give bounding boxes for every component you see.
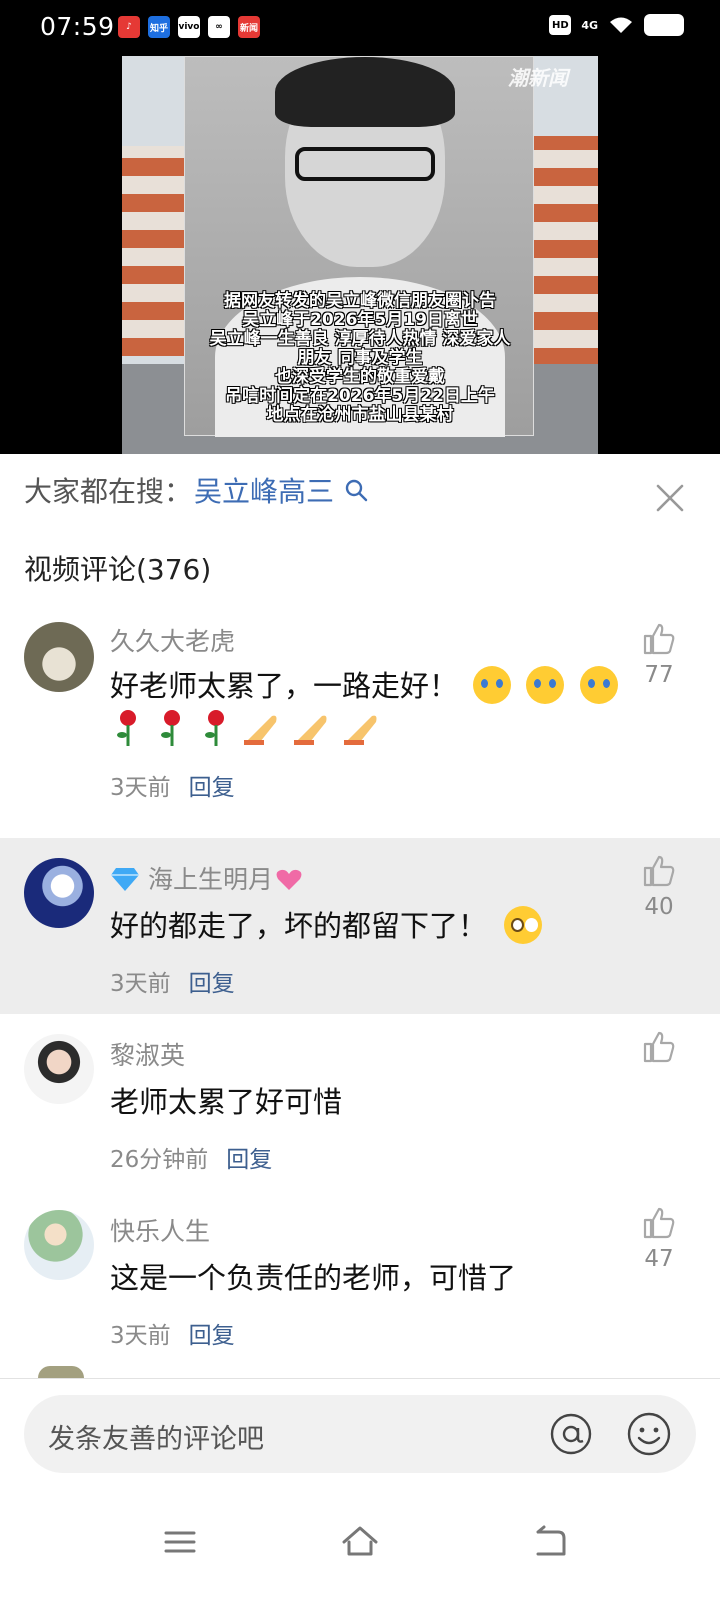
avatar[interactable] bbox=[24, 1034, 94, 1104]
like-button[interactable]: 40 bbox=[634, 854, 684, 920]
avatar[interactable] bbox=[24, 858, 94, 928]
comment-username[interactable]: 海上生明月 bbox=[148, 865, 273, 894]
tiktok-app-icon: ♪ bbox=[118, 16, 140, 38]
like-count: 77 bbox=[644, 662, 674, 688]
wifi-icon bbox=[610, 17, 632, 33]
like-button[interactable] bbox=[634, 1030, 684, 1070]
video-caption: 据网友转发的吴立峰微信朋友圈讣告 吴立峰于2026年5月19日离世 吴立峰一生善… bbox=[122, 292, 598, 425]
menu-icon[interactable] bbox=[160, 1522, 200, 1562]
reply-button[interactable]: 回复 bbox=[226, 1140, 272, 1174]
praying-hands-icon bbox=[244, 715, 277, 745]
video-frame: 潮新闻 据网友转发的吴立峰微信朋友圈讣告 吴立峰于2026年5月19日离世 吴立… bbox=[122, 56, 598, 454]
status-app-icons: ♪ 知乎 vivo ∞ 新闻 bbox=[118, 16, 260, 38]
news-app-icon: 新闻 bbox=[238, 16, 260, 38]
comment-meta: 3天前 回复 bbox=[110, 768, 235, 802]
rose-icon bbox=[117, 710, 136, 746]
back-icon[interactable] bbox=[530, 1522, 570, 1562]
home-icon[interactable] bbox=[340, 1522, 380, 1562]
comment-time: 3天前 bbox=[110, 775, 171, 801]
reply-button[interactable]: 回复 bbox=[189, 964, 235, 998]
video-player[interactable]: 潮新闻 据网友转发的吴立峰微信朋友圈讣告 吴立峰于2026年5月19日离世 吴立… bbox=[0, 56, 720, 454]
search-icon[interactable] bbox=[344, 478, 368, 502]
zhihu-app-icon: 知乎 bbox=[148, 16, 170, 38]
smiley-icon[interactable] bbox=[626, 1411, 672, 1457]
like-button[interactable]: 77 bbox=[634, 622, 684, 688]
comment-text: 这是一个负责任的老师，可惜了 bbox=[110, 1261, 517, 1295]
comment-time: 3天前 bbox=[110, 971, 171, 997]
comment-meta: 26分钟前 回复 bbox=[110, 1140, 272, 1174]
like-count: 40 bbox=[644, 894, 674, 920]
caption-line: 据网友转发的吴立峰微信朋友圈讣告 bbox=[224, 291, 496, 311]
crying-emoji-icon bbox=[473, 666, 512, 704]
battery-icon bbox=[644, 14, 684, 36]
comment-username-row[interactable]: 海上生明月 bbox=[110, 860, 303, 896]
comment-text: 好老师太累了，一路走好！ bbox=[110, 669, 459, 703]
caption-line: 也深受学生的敬重爱戴 bbox=[275, 367, 445, 387]
comment-item[interactable]: 海上生明月 好的都走了，坏的都留下了！ 3天前 回复 40 bbox=[0, 838, 720, 1014]
avatar[interactable] bbox=[24, 622, 94, 692]
comment-meta: 3天前 回复 bbox=[110, 964, 235, 998]
comment-time: 26分钟前 bbox=[110, 1147, 209, 1173]
thumbs-up-icon[interactable] bbox=[642, 854, 676, 888]
caption-line: 地点在沧州市盐山县某村 bbox=[266, 405, 454, 425]
crying-emoji-icon bbox=[579, 666, 618, 704]
comment-text-block: 好的都走了，坏的都留下了！ bbox=[110, 904, 543, 948]
thumbs-up-icon[interactable] bbox=[642, 622, 676, 656]
status-time: 07:59 bbox=[40, 12, 115, 41]
system-nav-bar bbox=[0, 1492, 720, 1600]
comment-input[interactable]: 发条友善的评论吧 bbox=[24, 1395, 696, 1473]
hearts-icon bbox=[276, 869, 302, 890]
reply-button[interactable]: 回复 bbox=[189, 1316, 235, 1350]
rose-icon bbox=[205, 710, 224, 746]
comments-header: 视频评论(376) bbox=[24, 553, 212, 586]
like-count: 47 bbox=[644, 1246, 674, 1272]
caption-line: 吊唁时间定在2026年5月22日上午 bbox=[225, 386, 495, 406]
comment-username[interactable]: 久久大老虎 bbox=[110, 622, 235, 658]
praying-hands-icon bbox=[344, 715, 377, 745]
status-bar: 07:59 ♪ 知乎 vivo ∞ 新闻 HD 4G bbox=[0, 0, 720, 56]
comment-input-bar: 发条友善的评论吧 bbox=[0, 1378, 720, 1492]
hd-badge: HD bbox=[549, 15, 572, 35]
comment-list: 久久大老虎 好老师太累了，一路走好！ 3天前 回复 77 海上生明月 好的都走了… bbox=[0, 618, 720, 1366]
comment-username[interactable]: 快乐人生 bbox=[110, 1212, 210, 1248]
trending-search-label: 大家都在搜： bbox=[24, 475, 193, 508]
network-label: 4G bbox=[581, 18, 598, 32]
comment-item[interactable]: 快乐人生 这是一个负责任的老师，可惜了 3天前 回复 47 bbox=[0, 1190, 720, 1366]
comment-item[interactable]: 久久大老虎 好老师太累了，一路走好！ 3天前 回复 77 bbox=[0, 618, 720, 838]
comment-meta: 3天前 回复 bbox=[110, 1316, 235, 1350]
thumbs-up-icon[interactable] bbox=[642, 1206, 676, 1240]
rose-icon bbox=[161, 710, 180, 746]
trending-search-term[interactable]: 吴立峰高三 bbox=[194, 470, 334, 510]
like-button[interactable]: 47 bbox=[634, 1206, 684, 1272]
comment-text: 好的都走了，坏的都留下了！ bbox=[110, 909, 488, 943]
praying-hands-icon bbox=[294, 715, 327, 745]
trending-search: 大家都在搜： 吴立峰高三 bbox=[24, 470, 368, 510]
caption-line: 吴立峰于2026年5月19日离世 bbox=[242, 310, 478, 330]
caption-line: 朋友 同事及学生 bbox=[297, 348, 423, 368]
diamond-icon bbox=[111, 868, 139, 891]
loop-app-icon: ∞ bbox=[208, 16, 230, 38]
comment-time: 3天前 bbox=[110, 1323, 171, 1349]
vivo-app-icon: vivo bbox=[178, 16, 200, 38]
comment-text: 老师太累了好可惜 bbox=[110, 1085, 343, 1119]
at-icon[interactable] bbox=[548, 1411, 594, 1457]
crying-emoji-icon bbox=[526, 666, 565, 704]
comment-item[interactable]: 黎淑英 老师太累了好可惜 26分钟前 回复 bbox=[0, 1014, 720, 1190]
comment-username[interactable]: 黎淑英 bbox=[110, 1036, 185, 1072]
avatar bbox=[38, 1366, 84, 1378]
video-watermark: 潮新闻 bbox=[508, 66, 568, 90]
close-icon[interactable] bbox=[654, 482, 686, 514]
reply-button[interactable]: 回复 bbox=[189, 768, 235, 802]
comment-input-placeholder: 发条友善的评论吧 bbox=[48, 1424, 264, 1455]
comment-text-block: 好老师太累了，一路走好！ bbox=[110, 664, 630, 760]
emoji-row bbox=[110, 708, 384, 748]
thumbs-up-icon[interactable] bbox=[642, 1030, 676, 1064]
pleading-face-icon bbox=[504, 906, 543, 944]
caption-line: 吴立峰一生善良 淳厚待人热情 深爱家人 bbox=[209, 329, 511, 349]
avatar[interactable] bbox=[24, 1210, 94, 1280]
status-indicators: HD 4G bbox=[549, 14, 684, 36]
